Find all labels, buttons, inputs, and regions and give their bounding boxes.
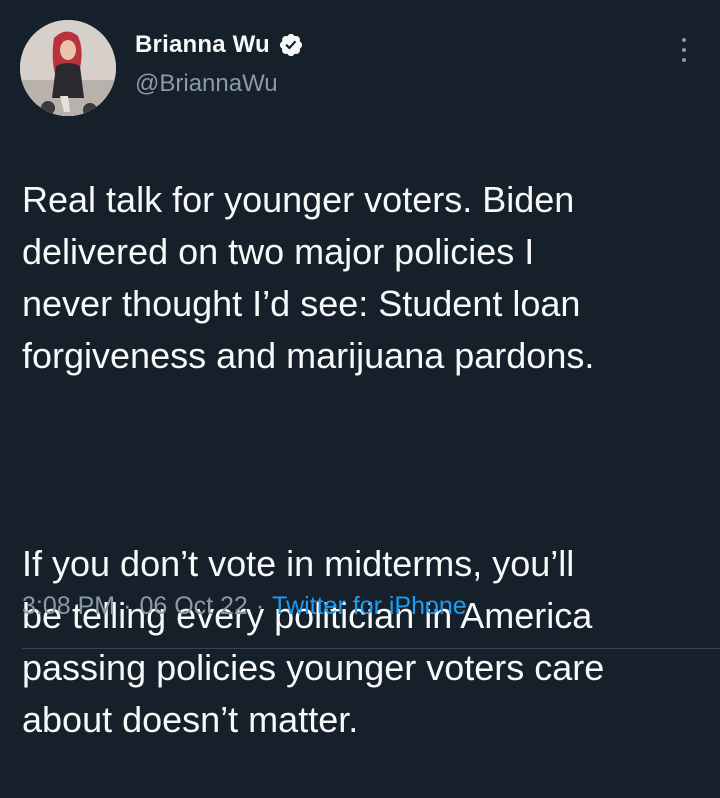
divider — [22, 648, 720, 649]
tweet: Brianna Wu @BriannaWu Real talk for youn… — [0, 0, 720, 740]
tweet-paragraph-1: Real talk for younger voters. Biden deli… — [22, 179, 595, 376]
more-dot — [682, 48, 686, 52]
avatar[interactable] — [20, 20, 116, 116]
tweet-date[interactable]: 06 Oct 22 — [139, 592, 247, 621]
tweet-meta: 3:08 PM · 06 Oct 22 · Twitter for iPhone — [22, 592, 467, 621]
more-dot — [682, 38, 686, 42]
meta-separator: · — [255, 592, 265, 620]
author-block[interactable]: Brianna Wu @BriannaWu — [135, 28, 304, 98]
verified-badge-icon — [278, 32, 304, 58]
tweet-source-link[interactable]: Twitter for iPhone — [272, 592, 467, 621]
avatar-photo — [20, 20, 116, 116]
name-row: Brianna Wu — [135, 28, 304, 62]
more-dot — [682, 58, 686, 62]
author-handle[interactable]: @BriannaWu — [135, 70, 304, 98]
author-name[interactable]: Brianna Wu — [135, 31, 270, 59]
meta-separator: · — [123, 592, 132, 620]
tweet-text: Real talk for younger voters. Biden deli… — [22, 122, 712, 798]
tweet-time[interactable]: 3:08 PM — [22, 592, 115, 621]
tweet-paragraph-2: If you don’t vote in midterms, you’ll be… — [22, 543, 605, 740]
more-options-icon[interactable] — [672, 36, 696, 64]
